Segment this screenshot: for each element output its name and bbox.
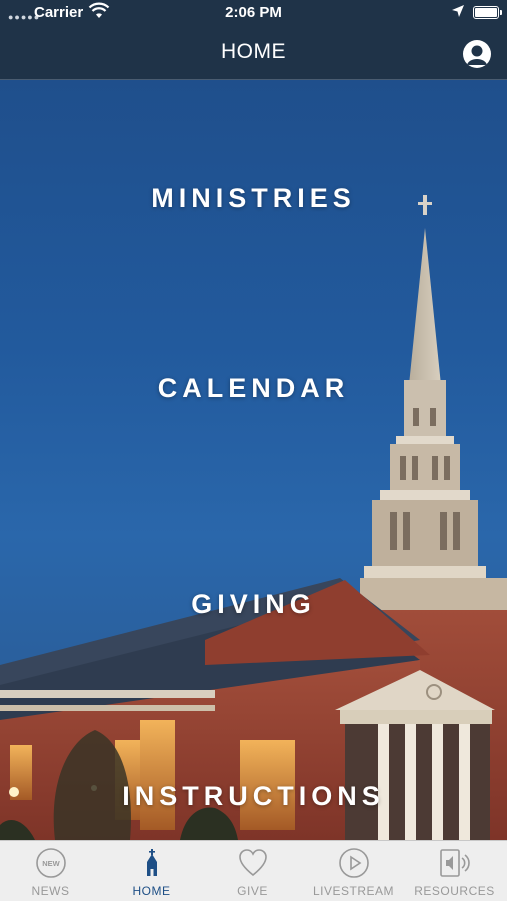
news-icon-text: NEW [42, 859, 60, 868]
nav-bar: HOME [0, 26, 507, 80]
tab-news[interactable]: NEW NEWS [0, 841, 101, 901]
heart-icon [237, 847, 269, 884]
menu-item-giving[interactable]: GIVING [0, 589, 507, 620]
news-icon: NEW [35, 847, 67, 884]
tab-home-label: HOME [132, 884, 171, 898]
battery-icon [473, 6, 502, 19]
tab-resources-label: RESOURCES [414, 884, 495, 898]
clock: 2:06 PM [225, 4, 282, 21]
play-icon [338, 847, 370, 884]
tab-bar: NEW NEWS HOME GIVE LIVESTREAM RESOURCES [0, 840, 507, 901]
menu-item-ministries[interactable]: MINISTRIES [0, 183, 507, 214]
page-title: HOME [221, 40, 286, 63]
location-arrow-icon [451, 4, 465, 22]
tab-home[interactable]: HOME [101, 841, 202, 901]
profile-icon[interactable] [463, 40, 491, 68]
speaker-book-icon [438, 847, 472, 884]
tab-news-label: NEWS [31, 884, 70, 898]
tab-livestream[interactable]: LIVESTREAM [303, 841, 404, 901]
status-bar: ●●●●● Carrier 2:06 PM [0, 0, 507, 26]
church-icon [136, 847, 168, 884]
tab-give[interactable]: GIVE [202, 841, 303, 901]
tab-resources[interactable]: RESOURCES [404, 841, 505, 901]
hero-menu: MINISTRIES CALENDAR GIVING INSTRUCTIONS [0, 80, 507, 840]
tab-livestream-label: LIVESTREAM [312, 884, 395, 898]
menu-item-calendar[interactable]: CALENDAR [0, 373, 507, 404]
tab-give-label: GIVE [237, 884, 268, 898]
menu-item-instructions[interactable]: INSTRUCTIONS [0, 781, 507, 812]
battery-level [475, 8, 497, 17]
